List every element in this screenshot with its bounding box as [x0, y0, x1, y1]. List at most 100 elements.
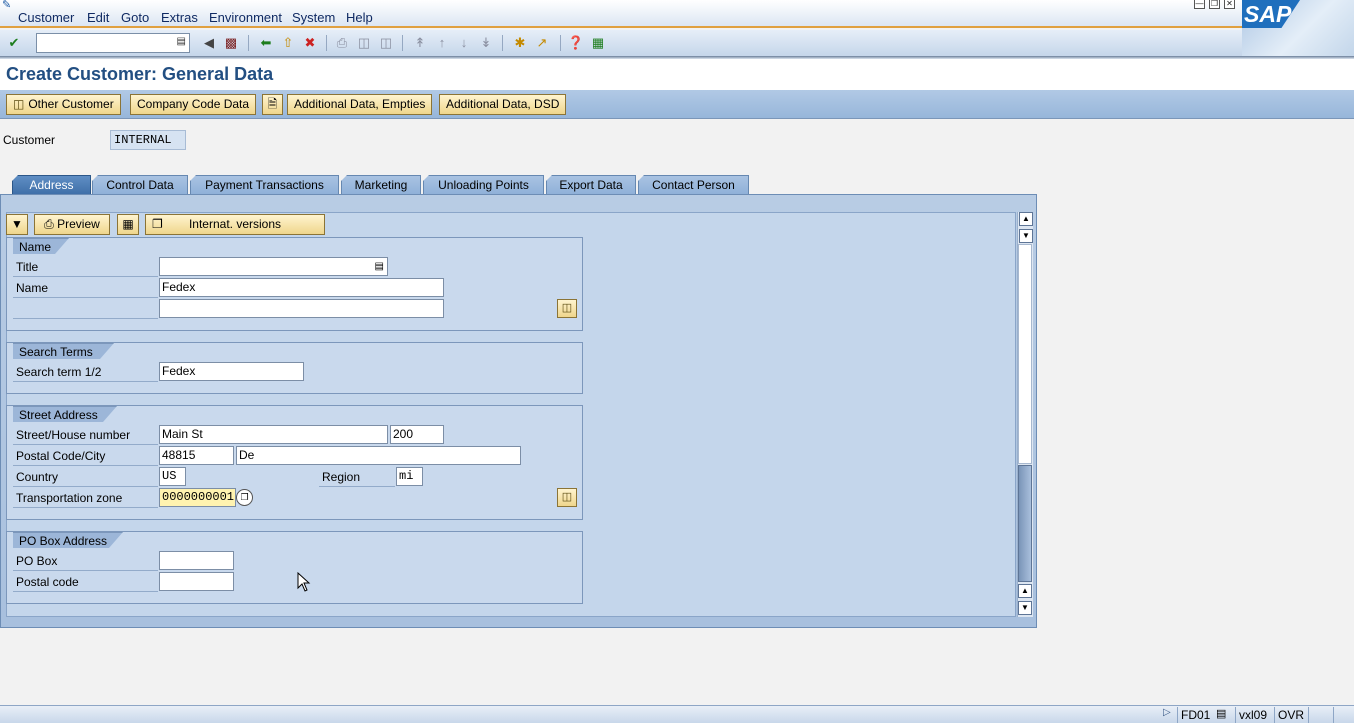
print-icon[interactable]: ⎙ [332, 33, 352, 53]
scroll-down-icon[interactable]: ▼ [1018, 601, 1032, 615]
window-menu-icon[interactable]: ✎ [2, 0, 16, 11]
page-up-icon[interactable]: ▼ [1019, 229, 1033, 243]
menu-bar: ✎ Customer Edit Goto Extras Environment … [0, 0, 1354, 28]
command-history-icon[interactable]: ▤ [177, 36, 186, 47]
status-expand-icon[interactable]: ▷ [1163, 707, 1171, 718]
last-page-icon[interactable]: ↡ [476, 33, 496, 53]
search-terms-group: Search Terms Search term 1/2 Fedex [6, 342, 583, 394]
menu-edit[interactable]: Edit [87, 10, 109, 25]
po-box-input[interactable] [159, 551, 234, 570]
preview-label: Preview [57, 217, 100, 231]
dropdown-icon[interactable]: ▤ [375, 258, 384, 275]
search-help-icon[interactable]: ❐ [236, 489, 253, 506]
other-customer-label: Other Customer [28, 97, 114, 111]
menu-help[interactable]: Help [346, 10, 373, 25]
collapse-command-icon[interactable]: ◀ [199, 33, 219, 53]
search-term-input[interactable]: Fedex [159, 362, 304, 381]
street-input[interactable]: Main St [159, 425, 388, 444]
cancel-icon[interactable]: ✖ [300, 33, 320, 53]
other-customer-button[interactable]: ◫ Other Customer [6, 94, 121, 115]
scroll-thumb[interactable] [1018, 465, 1032, 582]
toolbar-divider [326, 35, 327, 51]
sap-logo: SAP [1242, 0, 1354, 56]
toolbar-divider [560, 35, 561, 51]
tab-payment-transactions[interactable]: Payment Transactions [190, 175, 339, 195]
transportation-zone-label: Transportation zone [13, 488, 158, 508]
new-session-icon[interactable]: ✱ [510, 33, 530, 53]
close-window-icon[interactable]: ✕ [1224, 0, 1235, 9]
menu-system[interactable]: System [292, 10, 335, 25]
search-term-label: Search term 1/2 [13, 362, 158, 382]
first-page-icon[interactable]: ↟ [410, 33, 430, 53]
status-server: vxl09 [1235, 707, 1270, 723]
restore-icon[interactable]: ❐ [1209, 0, 1220, 9]
title-label: Title [13, 257, 158, 277]
customer-label: Customer [3, 133, 56, 147]
more-fields-icon[interactable]: ◫ [557, 299, 577, 318]
internat-versions-label: Internat. versions [188, 217, 282, 231]
scroll-track[interactable] [1018, 244, 1032, 464]
next-page-icon[interactable]: ↓ [454, 33, 474, 53]
street-label: Street/House number [13, 425, 158, 445]
back-icon[interactable]: ⬅ [256, 33, 276, 53]
status-lock [1333, 707, 1354, 723]
scroll-up-icon[interactable]: ▲ [1019, 212, 1033, 226]
exit-icon[interactable]: ⇧ [278, 33, 298, 53]
tab-export-data[interactable]: Export Data [546, 175, 636, 195]
tab-unloading-points[interactable]: Unloading Points [423, 175, 544, 195]
command-input[interactable] [37, 34, 173, 52]
menu-extras[interactable]: Extras [161, 10, 198, 25]
house-number-input[interactable]: 200 [390, 425, 444, 444]
company-code-data-button[interactable]: Company Code Data [130, 94, 257, 115]
save-icon[interactable]: ▩ [221, 33, 241, 53]
postal-city-label: Postal Code/City [13, 446, 158, 466]
title-dropdown[interactable]: ▤ [159, 257, 388, 276]
country-label: Country [13, 467, 158, 487]
additional-data-dsd-button[interactable]: Additional Data, DSD [439, 94, 567, 115]
status-bar: ▷ FD01 ▤ vxl09 OVR [0, 705, 1354, 723]
enter-icon[interactable]: ✔ [4, 33, 24, 53]
transportation-zone-input[interactable]: 0000000001 [159, 488, 236, 507]
tab-address[interactable]: Address [12, 175, 91, 195]
find-next-icon[interactable]: ◫ [376, 33, 396, 53]
tab-marketing[interactable]: Marketing [341, 175, 421, 195]
previous-page-icon[interactable]: ↑ [432, 33, 452, 53]
po-box-title: PO Box Address [13, 532, 123, 548]
internat-versions-button[interactable]: ❐ Internat. versions [145, 214, 325, 235]
more-address-fields-icon[interactable]: ◫ [557, 488, 577, 507]
layout-menu-icon[interactable]: ▦ [588, 33, 608, 53]
name2-label [13, 299, 158, 319]
city-input[interactable]: De [236, 446, 521, 465]
shortcut-icon[interactable]: ↗ [532, 33, 552, 53]
standard-toolbar: ✔ ▤ ◀ ▩ ⬅ ⇧ ✖ ⎙ ◫ ◫ ↟ ↑ ↓ ↡ ✱ ↗ ❓ ▦ [0, 30, 1242, 56]
expand-fields-icon[interactable]: ▼ [6, 214, 28, 235]
additional-data-empties-button[interactable]: Additional Data, Empties [287, 94, 433, 115]
name-group: Name Title ▤ Name Fedex ◫ [6, 237, 583, 331]
versions-icon: ❐ [152, 217, 163, 231]
status-blank [1308, 707, 1333, 723]
command-field[interactable]: ▤ [36, 33, 190, 53]
tab-control-data[interactable]: Control Data [92, 175, 188, 195]
po-postal-code-input[interactable] [159, 572, 234, 591]
document-icon[interactable]: 🗎 [262, 94, 283, 115]
preview-button[interactable]: ⎙ Preview [34, 214, 110, 235]
title-bar: Create Customer: General Data [0, 59, 1354, 90]
printer-icon: ⎙ [44, 217, 54, 231]
menu-customer[interactable]: Customer [18, 10, 74, 25]
region-input[interactable]: mi [396, 467, 423, 486]
street-address-title: Street Address [13, 406, 117, 422]
menu-environment[interactable]: Environment [209, 10, 282, 25]
help-icon[interactable]: ❓ [566, 33, 586, 53]
page-down-icon[interactable]: ▲ [1018, 584, 1032, 598]
find-icon[interactable]: ◫ [354, 33, 374, 53]
name2-input[interactable] [159, 299, 444, 318]
name-input[interactable]: Fedex [159, 278, 444, 297]
postal-code-input[interactable]: 48815 [159, 446, 234, 465]
menu-goto[interactable]: Goto [121, 10, 149, 25]
tab-contact-person[interactable]: Contact Person [638, 175, 749, 195]
map-icon[interactable]: ▦ [117, 214, 139, 235]
status-list-icon[interactable]: ▤ [1216, 707, 1226, 720]
street-address-group: Street Address Street/House number Main … [6, 405, 583, 520]
minimize-icon[interactable]: — [1194, 0, 1205, 9]
country-input[interactable]: US [159, 467, 186, 486]
